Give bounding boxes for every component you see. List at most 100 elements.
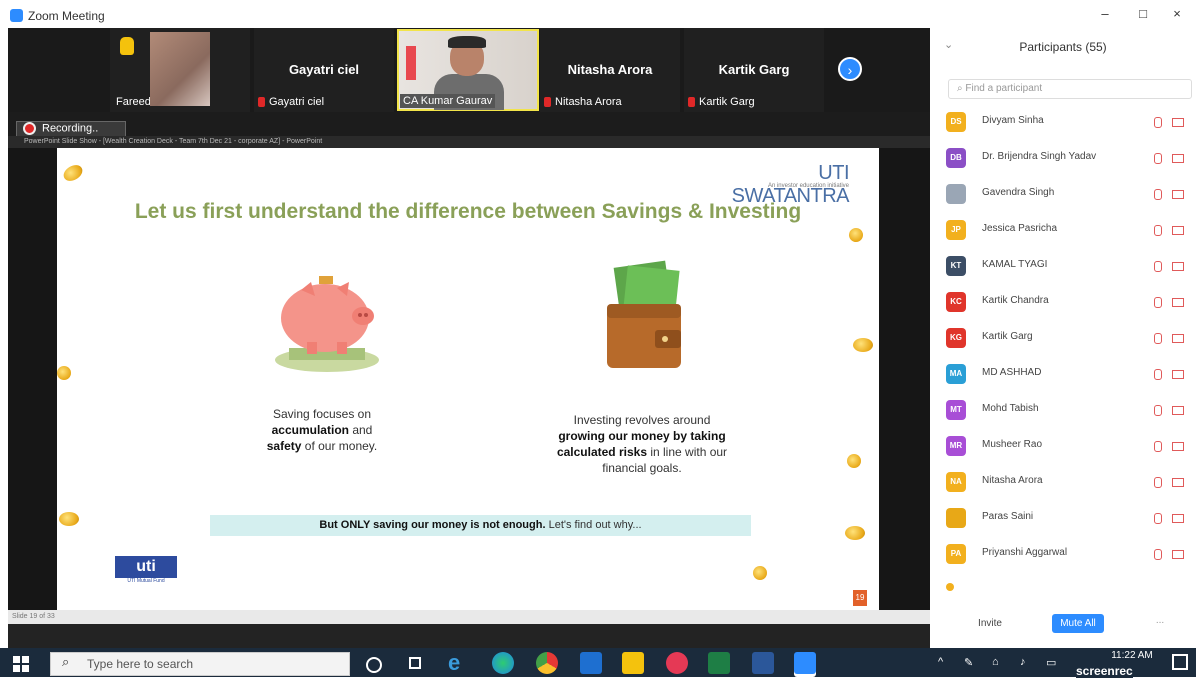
tile-name: Kartik Garg xyxy=(718,62,790,77)
video-off-icon[interactable] xyxy=(1172,442,1184,451)
video-off-icon[interactable] xyxy=(1172,262,1184,271)
app-icon[interactable] xyxy=(666,652,688,674)
tile-name: Gayatri ciel xyxy=(288,62,360,77)
chevron-up-icon[interactable]: ^ xyxy=(938,656,943,668)
participant-row[interactable]: KG Kartik Garg xyxy=(946,328,1192,350)
coin-icon xyxy=(845,526,865,540)
avatar: JP xyxy=(946,220,966,240)
chrome-icon[interactable] xyxy=(536,652,558,674)
participant-search-input[interactable]: ⌕ Find a participant xyxy=(948,79,1192,99)
maximize-button[interactable]: □ xyxy=(1128,4,1158,24)
minimize-button[interactable]: – xyxy=(1090,4,1120,24)
video-off-icon[interactable] xyxy=(1172,550,1184,559)
muted-mic-icon[interactable] xyxy=(1154,441,1162,452)
video-off-icon[interactable] xyxy=(1172,226,1184,235)
close-button[interactable]: × xyxy=(1162,4,1192,24)
muted-mic-icon[interactable] xyxy=(1154,333,1162,344)
slide-title: Let us first understand the difference b… xyxy=(134,200,802,223)
video-off-icon[interactable] xyxy=(1172,406,1184,415)
muted-mic-icon[interactable] xyxy=(1154,549,1162,560)
video-off-icon[interactable] xyxy=(1172,154,1184,163)
taskbar-clock[interactable]: 11:22 AM xyxy=(1110,650,1154,662)
muted-mic-icon xyxy=(688,97,695,108)
meeting-bottom-bar xyxy=(8,624,930,648)
avatar: DS xyxy=(946,112,966,132)
participant-name: Mohd Tabish xyxy=(982,403,1039,414)
piggy-bank-icon xyxy=(275,276,379,372)
task-view-icon[interactable] xyxy=(404,652,426,674)
muted-mic-icon[interactable] xyxy=(1154,261,1162,272)
video-off-icon[interactable] xyxy=(1172,190,1184,199)
record-icon xyxy=(23,122,36,135)
cortana-icon[interactable] xyxy=(366,657,382,673)
participant-row[interactable]: MR Musheer Rao xyxy=(946,436,1192,458)
participant-name: KAMAL TYAGI xyxy=(982,259,1048,270)
participant-name: Jessica Pasricha xyxy=(982,223,1058,234)
volume-icon[interactable]: ♪ xyxy=(1020,656,1026,668)
keyboard-icon[interactable]: ▭ xyxy=(1046,656,1056,669)
edge-icon[interactable] xyxy=(492,652,514,674)
coin-icon xyxy=(847,226,865,244)
participant-row[interactable]: MA MD ASHHAD xyxy=(946,364,1192,386)
avatar: NA xyxy=(946,472,966,492)
taskbar-search-input[interactable]: Type here to search xyxy=(50,652,350,676)
windows-start-icon[interactable] xyxy=(10,653,32,675)
pen-icon[interactable]: ✎ xyxy=(964,656,973,669)
excel-icon[interactable] xyxy=(708,652,730,674)
avatar: KG xyxy=(946,328,966,348)
video-off-icon[interactable] xyxy=(1172,514,1184,523)
participant-row[interactable]: MT Mohd Tabish xyxy=(946,400,1192,422)
file-explorer-icon[interactable] xyxy=(622,652,644,674)
participant-row[interactable]: KT KAMAL TYAGI xyxy=(946,256,1192,278)
muted-mic-icon[interactable] xyxy=(1154,513,1162,524)
video-off-icon[interactable] xyxy=(1172,370,1184,379)
next-page-button[interactable]: › xyxy=(838,57,862,81)
slide-letterbox-left xyxy=(8,148,57,610)
muted-mic-icon[interactable] xyxy=(1154,477,1162,488)
participant-row[interactable]: Paras Saini xyxy=(946,508,1192,530)
participant-row[interactable]: PA Priyanshi Aggarwal xyxy=(946,544,1192,566)
participant-row[interactable]: Gavendra Singh xyxy=(946,184,1192,206)
video-tile-kartik[interactable]: Kartik Garg Kartik Garg xyxy=(684,28,824,112)
mute-all-button[interactable]: Mute All xyxy=(1052,614,1104,633)
participant-row[interactable]: NA Nitasha Arora xyxy=(946,472,1192,494)
uti-logo-subtitle: UTI Mutual Fund xyxy=(127,578,165,584)
muted-mic-icon[interactable] xyxy=(1154,189,1162,200)
zoom-icon[interactable] xyxy=(794,652,816,674)
shared-window-titlebar: PowerPoint Slide Show - [Wealth Creation… xyxy=(8,136,930,148)
participant-name: Nitasha Arora xyxy=(982,475,1043,486)
participant-row[interactable]: KC Kartik Chandra xyxy=(946,292,1192,314)
more-options-button[interactable]: ... xyxy=(1150,615,1170,626)
video-tile-nitasha[interactable]: Nitasha Arora Nitasha Arora xyxy=(540,28,680,112)
muted-mic-icon[interactable] xyxy=(1154,117,1162,128)
participant-name: Paras Saini xyxy=(982,511,1034,522)
slide-letterbox-right xyxy=(879,148,930,610)
word-icon[interactable] xyxy=(752,652,774,674)
muted-mic-icon[interactable] xyxy=(1154,297,1162,308)
avatar: PA xyxy=(946,544,966,564)
muted-mic-icon[interactable] xyxy=(1154,225,1162,236)
video-tile-gayatri[interactable]: Gayatri ciel Gayatri ciel xyxy=(254,28,394,112)
participant-row[interactable]: JP Jessica Pasricha xyxy=(946,220,1192,242)
tile-label: Nitasha Arora xyxy=(555,96,622,108)
coin-icon xyxy=(59,512,79,526)
brand-subtitle: An investor education initiative xyxy=(767,183,849,189)
notification-icon[interactable] xyxy=(1172,654,1188,670)
search-placeholder: Find a participant xyxy=(965,83,1043,94)
video-off-icon[interactable] xyxy=(1172,298,1184,307)
outlook-icon[interactable] xyxy=(580,652,602,674)
muted-mic-icon[interactable] xyxy=(1154,405,1162,416)
video-off-icon[interactable] xyxy=(1172,478,1184,487)
network-icon[interactable]: ⌂ xyxy=(992,656,999,668)
muted-mic-icon[interactable] xyxy=(1154,369,1162,380)
invite-button[interactable]: Invite xyxy=(966,615,1014,633)
edge-legacy-icon[interactable]: e xyxy=(448,652,470,674)
participant-row[interactable]: DB Dr. Brijendra Singh Yadav xyxy=(946,148,1192,170)
video-off-icon[interactable] xyxy=(1172,334,1184,343)
muted-mic-icon[interactable] xyxy=(1154,153,1162,164)
recording-label: Recording.. xyxy=(42,122,99,135)
participant-row[interactable]: DS Divyam Sinha xyxy=(946,112,1192,134)
video-off-icon[interactable] xyxy=(1172,118,1184,127)
slide-page-number: 19 xyxy=(853,590,867,606)
participants-title: Participants (55) xyxy=(1019,40,1107,54)
